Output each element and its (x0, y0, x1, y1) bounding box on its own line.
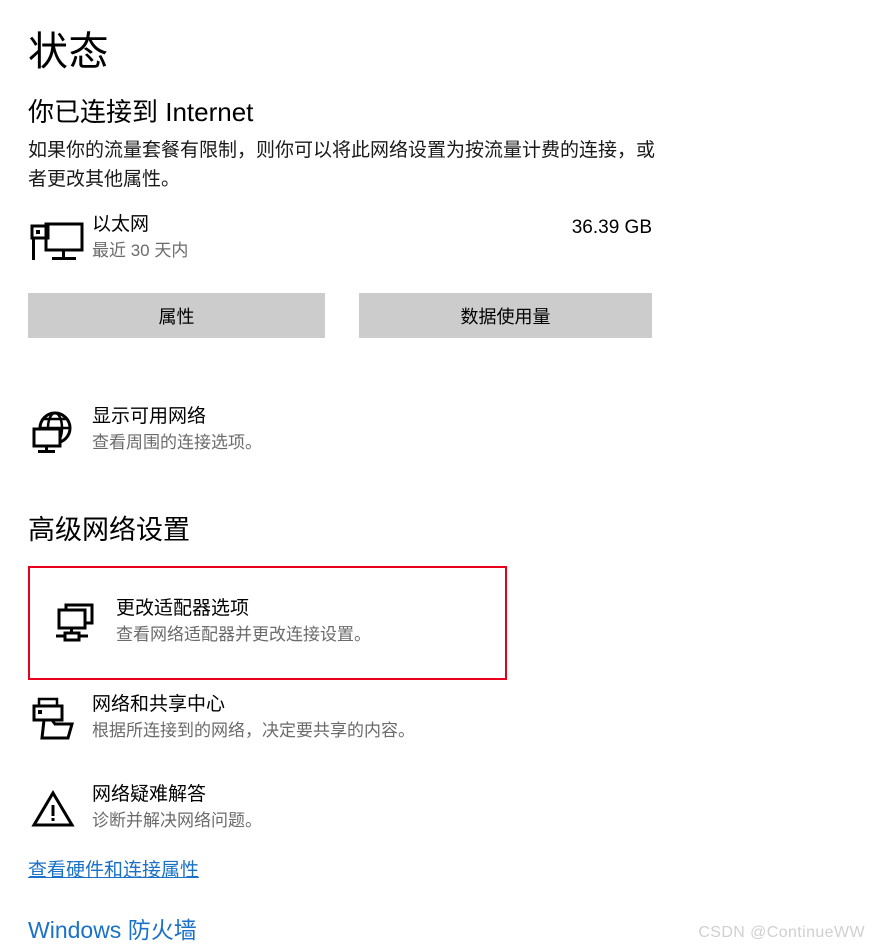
watermark: CSDN @ContinueWW (698, 924, 865, 941)
ethernet-monitor-icon (30, 218, 84, 266)
network-sharing-center-text: 网络和共享中心 根据所连接到的网络，决定要共享的内容。 (92, 692, 415, 743)
view-hardware-properties-link[interactable]: 查看硬件和连接属性 (28, 858, 199, 884)
change-adapter-options-text: 更改适配器选项 查看网络适配器并更改连接设置。 (116, 596, 371, 647)
advanced-network-settings-heading: 高级网络设置 (28, 515, 190, 545)
network-troubleshooter-text: 网络疑难解答 诊断并解决网络问题。 (92, 782, 262, 833)
network-sharing-center-title: 网络和共享中心 (92, 694, 226, 715)
change-adapter-options-title: 更改适配器选项 (116, 598, 250, 619)
windows-firewall-link[interactable]: Windows 防火墙 (28, 915, 197, 945)
connection-status-description: 如果你的流量套餐有限制，则你可以将此网络设置为按流量计费的连接，或者更改其他属性… (28, 140, 656, 190)
globe-monitor-icon (30, 409, 76, 455)
change-adapter-options-subtitle: 查看网络适配器并更改连接设置。 (116, 625, 371, 644)
ethernet-text-block: 以太网 最近 30 天内 (92, 212, 188, 263)
show-available-networks-text: 显示可用网络 查看周围的连接选项。 (92, 404, 262, 455)
action-button-row: 属性 数据使用量 (28, 293, 652, 338)
change-adapter-options-row[interactable]: 更改适配器选项 查看网络适配器并更改连接设置。 (52, 595, 492, 657)
network-sharing-center-subtitle: 根据所连接到的网络，决定要共享的内容。 (92, 721, 415, 740)
settings-status-page: 状态 你已连接到 Internet 如果你的流量套餐有限制，则你可以将此网络设置… (0, 0, 875, 948)
network-troubleshooter-row[interactable]: 网络疑难解答 诊断并解决网络问题。 (28, 781, 498, 843)
data-usage-button[interactable]: 数据使用量 (359, 293, 652, 338)
properties-button[interactable]: 属性 (28, 293, 325, 338)
network-adapter-icon (54, 601, 100, 647)
show-available-networks-title: 显示可用网络 (92, 406, 207, 427)
ethernet-data-usage-value: 36.39 GB (571, 217, 652, 238)
printer-folder-sharing-icon (30, 697, 76, 743)
ethernet-name: 以太网 (92, 214, 150, 235)
show-available-networks-subtitle: 查看周围的连接选项。 (92, 433, 262, 452)
page-title: 状态 (28, 30, 109, 74)
show-available-networks-row[interactable]: 显示可用网络 查看周围的连接选项。 (28, 403, 498, 465)
network-troubleshooter-subtitle: 诊断并解决网络问题。 (92, 811, 262, 830)
connection-status-heading: 你已连接到 Internet (28, 97, 254, 127)
ethernet-connection-row[interactable]: 以太网 最近 30 天内 36.39 GB (28, 212, 652, 274)
ethernet-period: 最近 30 天内 (92, 241, 189, 260)
network-sharing-center-row[interactable]: 网络和共享中心 根据所连接到的网络，决定要共享的内容。 (28, 691, 498, 753)
network-troubleshooter-title: 网络疑难解答 (92, 784, 207, 805)
warning-triangle-icon (30, 787, 76, 833)
